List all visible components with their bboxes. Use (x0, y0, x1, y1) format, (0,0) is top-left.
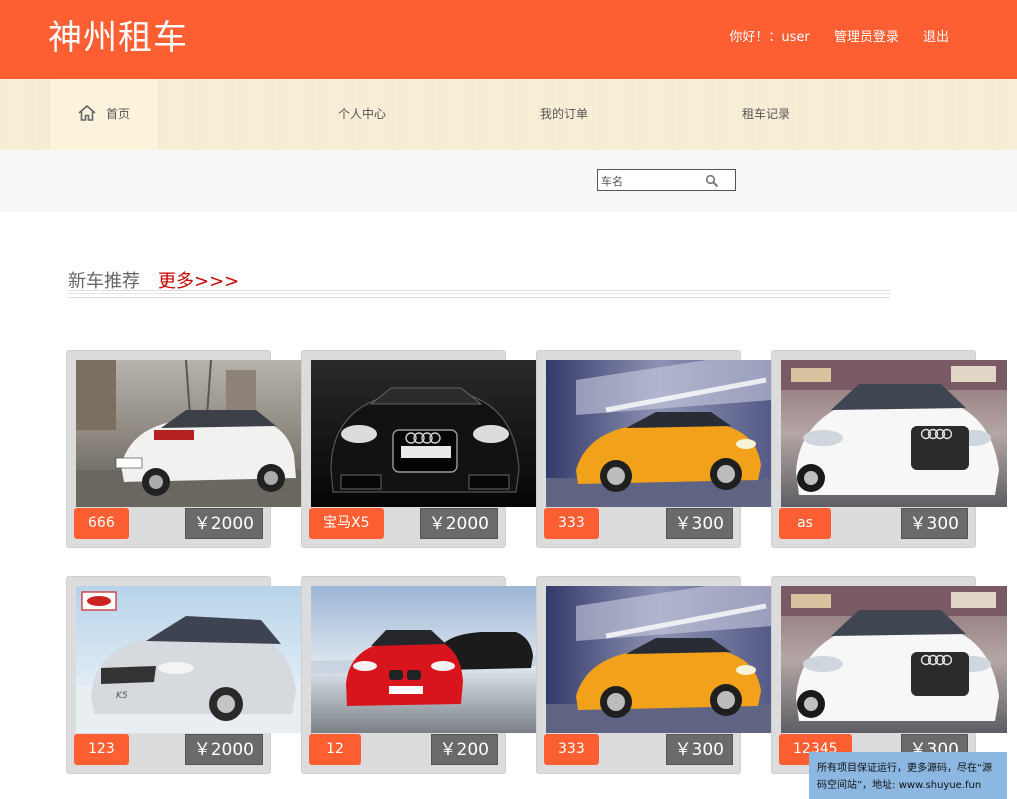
nav-home[interactable]: 首页 (50, 79, 158, 150)
car-price-tag: ￥2000 (419, 508, 498, 539)
car-card[interactable]: 12 ￥200 (301, 576, 537, 774)
car-price-tag: ￥300 (665, 508, 733, 539)
svg-text:K5: K5 (116, 691, 128, 701)
car-name-badge[interactable]: 333 (544, 508, 599, 539)
car-image[interactable] (781, 586, 1007, 733)
car-name-badge[interactable]: as (779, 508, 831, 539)
car-name-badge[interactable]: 123 (74, 734, 129, 765)
search-box (597, 169, 736, 192)
car-image[interactable]: K5 (76, 586, 302, 733)
main-nav: 首页 个人中心 我的订单 租车记录 (0, 79, 1017, 150)
header: 神州租车 你好！：user 管理员登录 退出 (0, 0, 1017, 79)
car-card[interactable]: K5 123 ￥2000 (66, 576, 302, 774)
car-price-tag: ￥2000 (184, 508, 263, 539)
car-card[interactable]: as ￥300 (771, 350, 1007, 548)
search-icon[interactable] (705, 174, 719, 188)
car-price-tag: ￥300 (900, 508, 968, 539)
car-image[interactable] (546, 586, 772, 733)
user-links: 你好！：user 管理员登录 退出 (709, 26, 949, 45)
car-price-tag: ￥200 (430, 734, 498, 765)
car-image[interactable] (311, 360, 537, 507)
nav-my-orders[interactable]: 我的订单 (514, 79, 614, 150)
search-input[interactable] (598, 171, 698, 192)
admin-login-link[interactable]: 管理员登录 (834, 30, 899, 45)
home-icon (78, 104, 96, 121)
search-bar (0, 150, 1017, 212)
site-logo[interactable]: 神州租车 (48, 10, 188, 59)
car-name-badge[interactable]: 宝马X5 (309, 508, 384, 539)
car-card[interactable]: 宝马X5 ￥2000 (301, 350, 537, 548)
source-notice: 所有项目保证运行，更多源码，尽在“源码空间站”，地址: www.shuyue.f… (809, 752, 1007, 799)
car-name-badge[interactable]: 12 (309, 734, 361, 765)
nav-home-label: 首页 (105, 107, 130, 121)
car-image[interactable] (76, 360, 302, 507)
car-image[interactable] (311, 586, 537, 733)
car-image[interactable] (781, 360, 1007, 507)
greeting-user[interactable]: 你好！：user (729, 30, 809, 45)
car-price-tag: ￥2000 (184, 734, 263, 765)
logout-link[interactable]: 退出 (923, 30, 949, 45)
car-image[interactable] (546, 360, 772, 507)
nav-personal-center[interactable]: 个人中心 (312, 79, 412, 150)
car-name-badge[interactable]: 333 (544, 734, 599, 765)
car-price-tag: ￥300 (665, 734, 733, 765)
car-name-badge[interactable]: 666 (74, 508, 129, 539)
title-divider (68, 290, 890, 298)
car-card[interactable]: 333 ￥300 (536, 576, 772, 774)
car-card[interactable]: 12345 ￥300 (771, 576, 1007, 774)
car-card[interactable]: 333 ￥300 (536, 350, 772, 548)
car-card[interactable]: 666 ￥2000 (66, 350, 302, 548)
nav-rental-records[interactable]: 租车记录 (716, 79, 816, 150)
